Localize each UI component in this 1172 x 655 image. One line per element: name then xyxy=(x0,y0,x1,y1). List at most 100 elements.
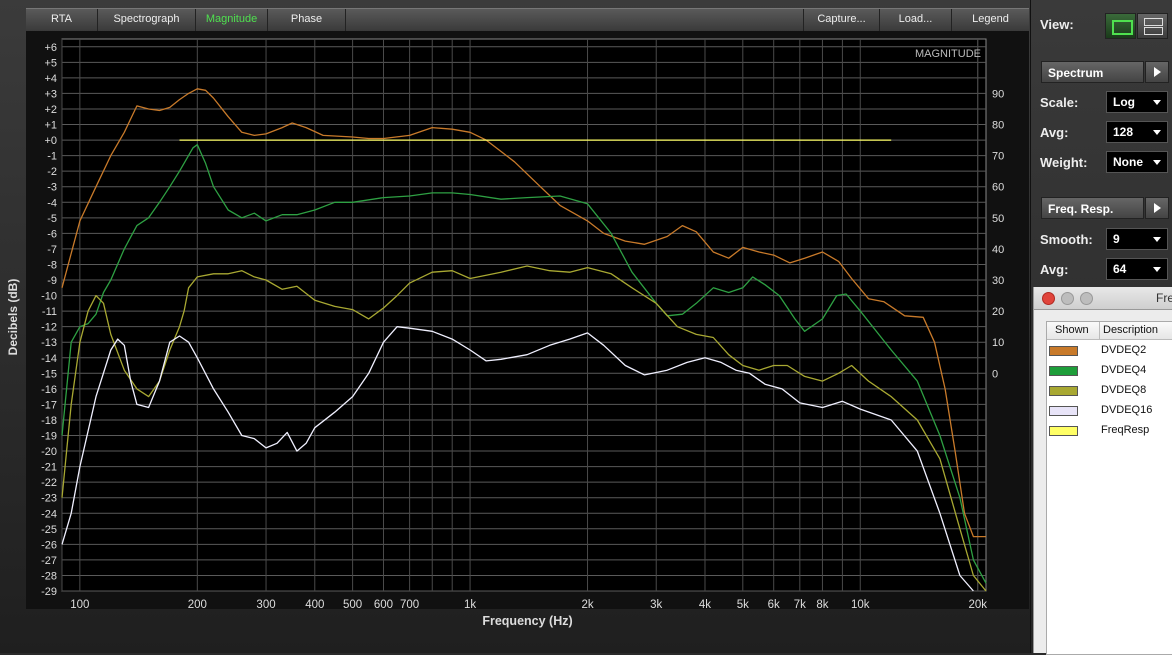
avg-value: 128 xyxy=(1113,125,1134,139)
chevron-down-icon xyxy=(1153,100,1161,105)
x-tick-label: 2k xyxy=(581,599,593,609)
y-tick-label: +0 xyxy=(44,135,57,147)
single-view-icon[interactable] xyxy=(1105,13,1136,39)
chevron-down-icon xyxy=(1153,267,1161,272)
y-tick-label: -15 xyxy=(41,368,57,380)
smoothing-value: 9 xyxy=(1113,232,1120,246)
view-selector xyxy=(1105,13,1169,39)
legend-label: FreqResp xyxy=(1101,424,1150,436)
y-tick-label: +6 xyxy=(44,42,57,54)
magnitude-chart[interactable]: +6 +5 +4 +3 +2 +1 +0 -1 -2 -3 -4 -5 -6 -7 -8 -9 -10 -11 -1… xyxy=(26,31,1029,609)
legend-table: Shown Description DVDEQ2 DVDEQ4 DVDEQ8 D… xyxy=(1046,321,1172,655)
scale-value: Log xyxy=(1113,95,1135,109)
smoothing-select[interactable]: 9 xyxy=(1106,228,1168,250)
freq-resp-section-button[interactable]: Freq. Resp. xyxy=(1041,197,1144,219)
legend-title-bar[interactable]: Fre xyxy=(1034,287,1172,310)
legend-label: DVDEQ16 xyxy=(1101,404,1153,416)
y-tick-label: -12 xyxy=(41,322,57,334)
y-tick-label: -28 xyxy=(41,570,57,582)
legend-swatch[interactable] xyxy=(1049,346,1078,356)
y-tick-label: -8 xyxy=(47,259,57,271)
x-tick-label: 300 xyxy=(256,599,275,609)
legend-label: DVDEQ2 xyxy=(1101,344,1147,356)
weight-label: Weight: xyxy=(1040,155,1088,170)
zoom-icon[interactable] xyxy=(1080,292,1093,305)
chevron-down-icon xyxy=(1153,160,1161,165)
legend-window: Fre Shown Description DVDEQ2 DVDEQ4 DVDE… xyxy=(1033,287,1172,655)
y-tick-label: -26 xyxy=(41,539,57,551)
y2-tick-label: 80 xyxy=(992,120,1004,132)
scale-label: Scale: xyxy=(1040,95,1079,110)
chevron-down-icon xyxy=(1153,130,1161,135)
x-tick-label: 10k xyxy=(851,599,870,609)
col-shown-header[interactable]: Shown xyxy=(1055,324,1089,336)
legend-row[interactable]: FreqResp xyxy=(1047,422,1172,440)
y-tick-label: -19 xyxy=(41,431,57,443)
legend-row[interactable]: DVDEQ4 xyxy=(1047,362,1172,380)
y-tick-label: -17 xyxy=(41,399,57,411)
y-tick-label: -18 xyxy=(41,415,57,427)
y-tick-label: +4 xyxy=(44,73,57,85)
y2-tick-label: 70 xyxy=(992,151,1004,163)
tab-phase[interactable]: Phase xyxy=(268,9,346,31)
avg2-label: Avg: xyxy=(1040,262,1069,277)
minimize-icon[interactable] xyxy=(1061,292,1074,305)
weight-value: None xyxy=(1113,155,1143,169)
legend-label: DVDEQ4 xyxy=(1101,364,1147,376)
freq-resp-expand-icon[interactable] xyxy=(1145,197,1169,219)
y-tick-label: -22 xyxy=(41,477,57,489)
y-tick-label: +3 xyxy=(44,88,57,100)
spectrum-expand-icon[interactable] xyxy=(1145,61,1169,83)
capture-button[interactable]: Capture... xyxy=(803,9,879,31)
y-tick-label: +1 xyxy=(44,120,57,132)
col-description-header[interactable]: Description xyxy=(1103,324,1158,336)
x-tick-label: 1k xyxy=(464,599,476,609)
y2-tick-label: 10 xyxy=(992,337,1004,349)
legend-swatch[interactable] xyxy=(1049,366,1078,376)
legend-button[interactable]: Legend xyxy=(951,9,1029,31)
avg-select[interactable]: 128 xyxy=(1106,121,1168,143)
y-tick-label: -7 xyxy=(47,244,57,256)
y2-tick-label: 40 xyxy=(992,244,1004,256)
x-tick-label: 4k xyxy=(699,599,711,609)
tab-spectrograph[interactable]: Spectrograph xyxy=(98,9,196,31)
y-tick-label: -9 xyxy=(47,275,57,287)
legend-row[interactable]: DVDEQ16 xyxy=(1047,402,1172,420)
legend-row[interactable]: DVDEQ2 xyxy=(1047,342,1172,360)
x-tick-label: 20k xyxy=(968,599,987,609)
tab-rta[interactable]: RTA xyxy=(26,9,98,31)
x-tick-label: 200 xyxy=(188,599,207,609)
y-tick-label: -23 xyxy=(41,493,57,505)
y-tick-label: -21 xyxy=(41,462,57,474)
legend-row[interactable]: DVDEQ8 xyxy=(1047,382,1172,400)
weight-select[interactable]: None xyxy=(1106,151,1168,173)
y-axis-label: Decibels (dB) xyxy=(6,278,20,356)
y-tick-label: +5 xyxy=(44,57,57,69)
y-tick-label: -6 xyxy=(47,228,57,240)
x-tick-label: 100 xyxy=(70,599,89,609)
y-tick-label: -3 xyxy=(47,182,57,194)
legend-swatch[interactable] xyxy=(1049,386,1078,396)
scale-select[interactable]: Log xyxy=(1106,91,1168,113)
tab-magnitude[interactable]: Magnitude xyxy=(196,9,268,31)
y2-tick-label: 30 xyxy=(992,275,1004,287)
y-tick-label: -4 xyxy=(47,197,57,209)
y-tick-label: -5 xyxy=(47,213,57,225)
y2-tick-label: 50 xyxy=(992,213,1004,225)
x-tick-label: 600 xyxy=(374,599,393,609)
spectrum-section-button[interactable]: Spectrum xyxy=(1041,61,1144,83)
legend-swatch[interactable] xyxy=(1049,406,1078,416)
legend-swatch[interactable] xyxy=(1049,426,1078,436)
y-tick-label: -29 xyxy=(41,586,57,598)
x-tick-label: 8k xyxy=(816,599,828,609)
x-tick-label: 7k xyxy=(794,599,806,609)
close-icon[interactable] xyxy=(1042,292,1055,305)
load-button[interactable]: Load... xyxy=(879,9,951,31)
x-tick-label: 5k xyxy=(737,599,749,609)
x-tick-label: 400 xyxy=(305,599,324,609)
x-tick-label: 500 xyxy=(343,599,362,609)
avg2-select[interactable]: 64 xyxy=(1106,258,1168,280)
split-view-icon[interactable] xyxy=(1137,13,1168,39)
y-tick-label: -27 xyxy=(41,555,57,567)
legend-label: DVDEQ8 xyxy=(1101,384,1147,396)
